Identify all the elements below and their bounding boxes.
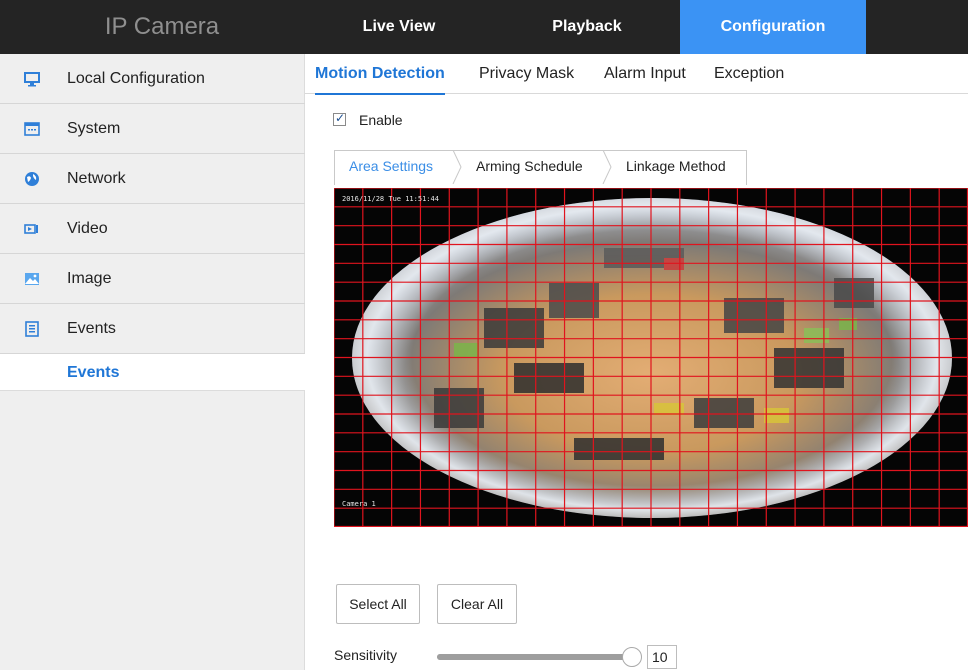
sidebar-item-label: Events bbox=[67, 320, 116, 337]
sidebar-subitem-events[interactable]: Events bbox=[0, 354, 305, 391]
sidebar-item-label: Video bbox=[67, 220, 108, 237]
video-preview[interactable]: 2016/11/28 Tue 11:51:44 Camera 1 bbox=[334, 188, 968, 527]
monitor-icon bbox=[24, 71, 40, 87]
sidebar-item-system[interactable]: System bbox=[0, 104, 305, 154]
top-bar: IP Camera Live View Playback Configurati… bbox=[0, 0, 968, 54]
nav-playback[interactable]: Playback bbox=[512, 0, 662, 54]
sensitivity-value-input[interactable]: 10 bbox=[647, 645, 677, 669]
sidebar-item-local-configuration[interactable]: Local Configuration bbox=[0, 54, 305, 104]
enable-label: Enable bbox=[359, 112, 403, 128]
step-chevron-icon bbox=[452, 150, 462, 184]
clear-all-button[interactable]: Clear All bbox=[437, 584, 517, 624]
sidebar-item-image[interactable]: Image bbox=[0, 254, 305, 304]
video-camera-icon bbox=[24, 221, 40, 237]
system-icon bbox=[24, 121, 40, 137]
step-arming-schedule[interactable]: Arming Schedule bbox=[476, 150, 583, 184]
sidebar-item-label: System bbox=[67, 120, 121, 137]
fisheye-view: 2016/11/28 Tue 11:51:44 Camera 1 bbox=[334, 188, 968, 527]
sidebar-item-label: Local Configuration bbox=[67, 70, 205, 87]
step-area-settings[interactable]: Area Settings bbox=[349, 150, 433, 184]
config-tabs: Motion Detection Privacy Mask Alarm Inpu… bbox=[305, 54, 968, 95]
tab-motion-detection[interactable]: Motion Detection bbox=[315, 54, 445, 95]
app-window: IP Camera Live View Playback Configurati… bbox=[0, 0, 968, 670]
sensitivity-slider-fill bbox=[437, 654, 627, 660]
sensitivity-label: Sensitivity bbox=[334, 647, 398, 663]
step-tabs: Area Settings Arming Schedule Linkage Me… bbox=[334, 150, 968, 185]
sidebar-item-events[interactable]: Events bbox=[0, 304, 305, 354]
enable-checkbox[interactable] bbox=[333, 111, 346, 126]
sidebar-subitem-label: Events bbox=[67, 364, 120, 381]
motion-grid[interactable] bbox=[334, 188, 968, 527]
select-all-button[interactable]: Select All bbox=[336, 584, 420, 624]
tab-privacy-mask[interactable]: Privacy Mask bbox=[479, 54, 574, 94]
sidebar-item-video[interactable]: Video bbox=[0, 204, 305, 254]
step-linkage-method[interactable]: Linkage Method bbox=[626, 150, 726, 184]
osd-camera-name: Camera 1 bbox=[342, 500, 376, 508]
brand-title: IP Camera bbox=[104, 13, 220, 40]
sensitivity-slider[interactable] bbox=[437, 654, 637, 660]
nav-configuration[interactable]: Configuration bbox=[680, 0, 866, 54]
step-chevron-icon bbox=[602, 150, 612, 184]
nav-live-view[interactable]: Live View bbox=[324, 0, 474, 54]
sidebar: Local Configuration System Network Video… bbox=[0, 54, 305, 670]
tab-alarm-input[interactable]: Alarm Input bbox=[604, 54, 686, 94]
globe-icon bbox=[24, 171, 40, 187]
osd-timestamp: 2016/11/28 Tue 11:51:44 bbox=[342, 195, 439, 203]
events-icon bbox=[24, 321, 40, 337]
sidebar-item-label: Network bbox=[67, 170, 126, 187]
sidebar-item-label: Image bbox=[67, 270, 112, 287]
sidebar-item-network[interactable]: Network bbox=[0, 154, 305, 204]
sensitivity-slider-thumb[interactable] bbox=[622, 647, 642, 667]
image-icon bbox=[24, 271, 40, 287]
tab-exception[interactable]: Exception bbox=[714, 54, 784, 94]
